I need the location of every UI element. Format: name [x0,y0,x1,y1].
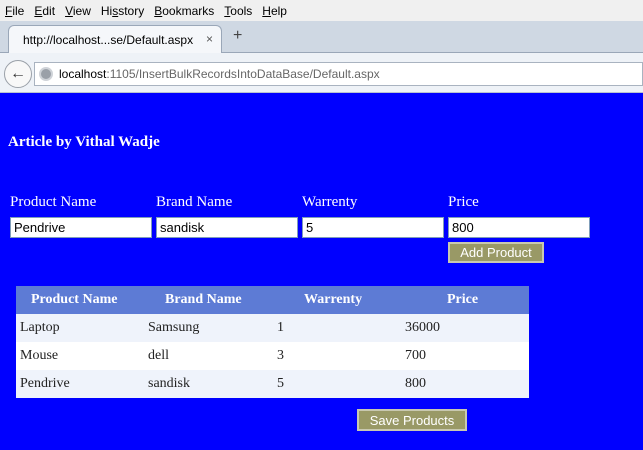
table-cell: Mouse [16,342,148,370]
column-header: Warrenty [277,286,405,314]
globe-icon [39,67,53,81]
address-bar[interactable]: localhost :1105/InsertBulkRecordsIntoDat… [34,62,643,86]
table-row: Laptop Samsung 1 36000 [16,314,529,342]
menu-tools[interactable]: Tools [219,4,257,18]
table-cell: 800 [405,370,529,398]
menu-view[interactable]: View [60,4,96,18]
page-content: Article by Vithal Wadje Product Name Bra… [0,94,643,450]
table-cell: 700 [405,342,529,370]
table-row: Mouse dell 3 700 [16,342,529,370]
navigation-bar: localhost :1105/InsertBulkRecordsIntoDat… [0,53,643,93]
table-cell: 1 [277,314,405,342]
add-product-button[interactable]: Add Product [448,242,544,263]
product-name-label: Product Name [10,194,97,210]
back-button[interactable]: ← [4,60,32,88]
product-name-input[interactable]: Pendrive [10,217,152,238]
close-icon[interactable]: × [206,32,213,46]
table-cell: Pendrive [16,370,148,398]
url-host: localhost [59,67,107,81]
price-label: Price [448,194,479,210]
menu-help[interactable]: Help [257,4,292,18]
table-cell: 5 [277,370,405,398]
products-table: Product Name Brand Name Warrenty Price L… [16,286,529,398]
warrenty-label: Warrenty [302,194,358,210]
table-row: Pendrive sandisk 5 800 [16,370,529,398]
table-header-row: Product Name Brand Name Warrenty Price [16,286,529,314]
brand-name-label: Brand Name [156,194,233,210]
column-header: Price [405,286,529,314]
table-cell: sandisk [148,370,277,398]
menu-bar: File Edit View Hisstory Bookmarks Tools … [0,0,643,21]
column-header: Product Name [16,286,148,314]
table-cell: dell [148,342,277,370]
table-cell: Samsung [148,314,277,342]
warrenty-input[interactable]: 5 [302,217,444,238]
browser-tab[interactable]: http://localhost...se/Default.aspx × [8,25,222,53]
back-arrow-icon: ← [10,65,26,82]
price-input[interactable]: 800 [448,217,590,238]
page-title: Article by Vithal Wadje [8,134,160,150]
column-header: Brand Name [148,286,277,314]
url-path: :1105/InsertBulkRecordsIntoDataBase/Defa… [106,67,380,81]
tab-strip: http://localhost...se/Default.aspx × + [0,21,643,53]
table-cell: 36000 [405,314,529,342]
table-cell: 3 [277,342,405,370]
brand-name-input[interactable]: sandisk [156,217,298,238]
save-products-button[interactable]: Save Products [357,409,467,431]
menu-bookmarks[interactable]: Bookmarks [149,4,219,18]
new-tab-icon[interactable]: + [233,27,242,45]
tab-title: http://localhost...se/Default.aspx [23,32,194,47]
menu-history[interactable]: Hisstory [96,4,149,18]
table-cell: Laptop [16,314,148,342]
menu-edit[interactable]: Edit [29,4,60,18]
menu-file[interactable]: File [0,4,29,18]
